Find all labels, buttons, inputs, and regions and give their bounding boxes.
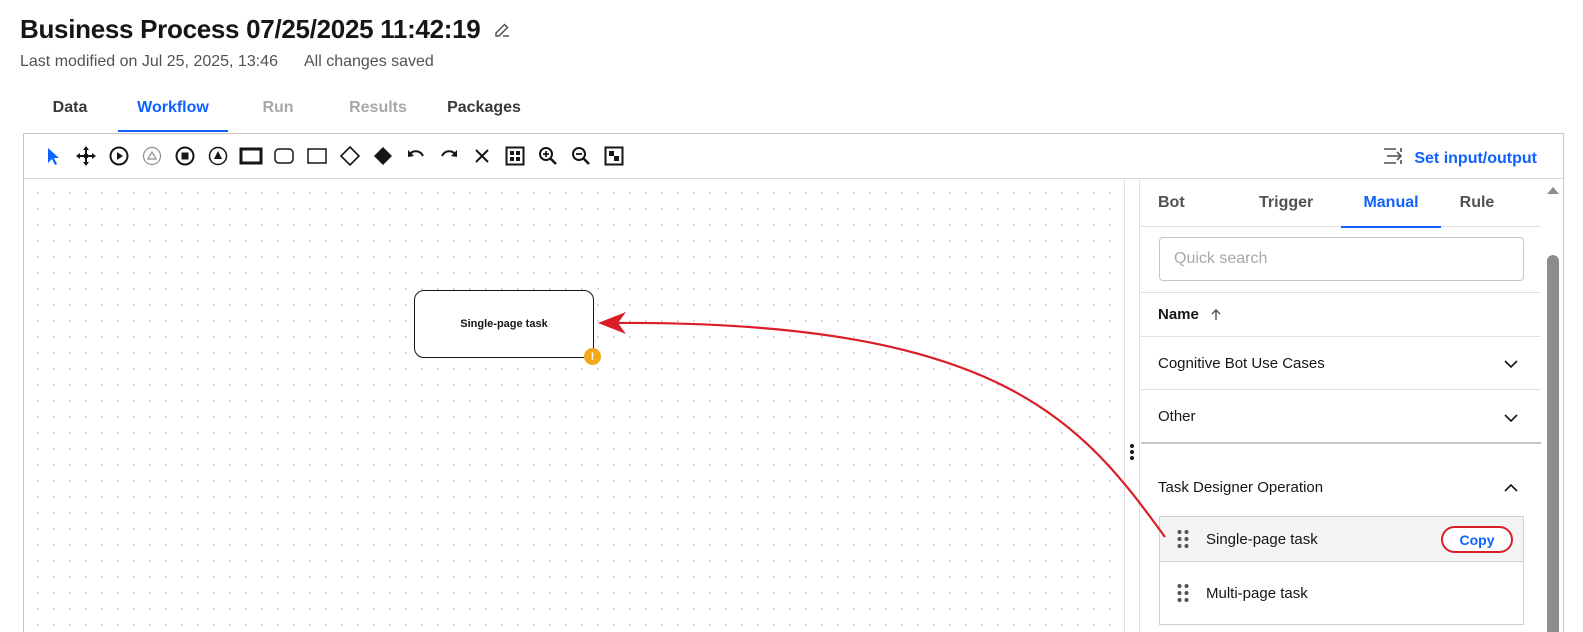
save-status-text: All changes saved [303,53,434,70]
subprocess-icon[interactable] [234,140,267,173]
tab-packages[interactable]: Packages [428,84,540,132]
group-cognitive-bot-use-cases[interactable]: Cognitive Bot Use Cases [1141,337,1541,390]
page-title: Business Process 07/25/2025 11:42:19 [20,14,481,44]
tab-workflow[interactable]: Workflow [118,84,228,132]
panel-scrollbar[interactable] [1541,179,1564,632]
rectangle-icon[interactable] [300,140,333,173]
panel-tab-rule[interactable]: Rule [1441,179,1513,227]
group-task-designer-operation[interactable]: Task Designer Operation [1141,461,1541,514]
list-item-multi-page-task[interactable]: Multi-page task [1159,561,1524,625]
quick-search-input[interactable] [1159,237,1524,281]
drag-handle-icon[interactable] [1176,583,1190,603]
escalation-event-icon[interactable] [201,140,234,173]
group-other[interactable]: Other [1141,391,1541,444]
group-label: Task Designer Operation [1158,479,1324,496]
zoom-in-icon[interactable] [531,140,564,173]
signal-event-icon[interactable] [135,140,168,173]
fit-to-screen-icon[interactable] [498,140,531,173]
workflow-canvas[interactable]: Single-page task ! [24,179,1124,632]
title-row: Business Process 07/25/2025 11:42:19 [20,14,512,45]
item-label: Multi-page task [1206,584,1308,602]
sort-ascending-icon [1209,308,1223,322]
redo-icon[interactable] [432,140,465,173]
name-column-header[interactable]: Name [1141,292,1541,337]
panel-tab-trigger[interactable]: Trigger [1241,179,1341,227]
tab-results[interactable]: Results [328,84,428,132]
tab-data[interactable]: Data [22,84,118,132]
meta-row: Last modified on Jul 25, 2025, 13:46 All… [20,53,434,71]
scrollbar-thumb[interactable] [1547,255,1559,632]
scroll-up-arrow-icon[interactable] [1546,185,1560,195]
task-library-panel: Bot Trigger Manual Rule Name Cognitive B… [1141,179,1541,632]
task-icon[interactable] [267,140,300,173]
input-output-icon [1382,146,1404,171]
zoom-out-icon[interactable] [564,140,597,173]
undo-icon[interactable] [399,140,432,173]
chevron-down-icon [1503,356,1519,372]
item-label: Single-page task [1206,530,1318,548]
set-input-output-label: Set input/output [1414,149,1537,167]
delete-icon[interactable] [465,140,498,173]
chevron-down-icon [1503,410,1519,426]
move-icon[interactable] [69,140,102,173]
group-label: Cognitive Bot Use Cases [1158,354,1325,372]
last-modified-text: Last modified on Jul 25, 2025, 13:46 [20,53,278,70]
set-input-output-button[interactable]: Set input/output [1382,146,1537,171]
start-event-icon[interactable] [102,140,135,173]
edit-title-icon[interactable] [492,20,512,40]
name-header-label: Name [1158,306,1199,323]
minimap-icon[interactable] [597,140,630,173]
editor-toolbar: Set input/output [24,134,1563,179]
filled-gateway-icon[interactable] [366,140,399,173]
drag-handle-icon[interactable] [1176,529,1190,549]
main-tabs: Data Workflow Run Results Packages [22,84,540,132]
end-event-icon[interactable] [168,140,201,173]
panel-tab-bot[interactable]: Bot [1141,179,1241,227]
panel-tab-manual[interactable]: Manual [1341,179,1441,228]
group-label: Other [1158,408,1196,425]
panel-splitter[interactable] [1124,179,1140,632]
workflow-editor: Set input/output Single-page task ! Bot … [23,133,1564,632]
chevron-up-icon [1503,480,1519,496]
list-item-single-page-task[interactable]: Single-page task Copy [1159,516,1524,562]
task-node-label: Single-page task [460,318,548,330]
drag-handle-icon [1130,444,1134,462]
warning-icon[interactable]: ! [584,348,601,365]
panel-tabs: Bot Trigger Manual Rule [1141,179,1541,228]
copy-button[interactable]: Copy [1441,526,1513,553]
gateway-icon[interactable] [333,140,366,173]
pointer-icon[interactable] [36,140,69,173]
tab-run[interactable]: Run [228,84,328,132]
single-page-task-node[interactable]: Single-page task [414,290,594,358]
